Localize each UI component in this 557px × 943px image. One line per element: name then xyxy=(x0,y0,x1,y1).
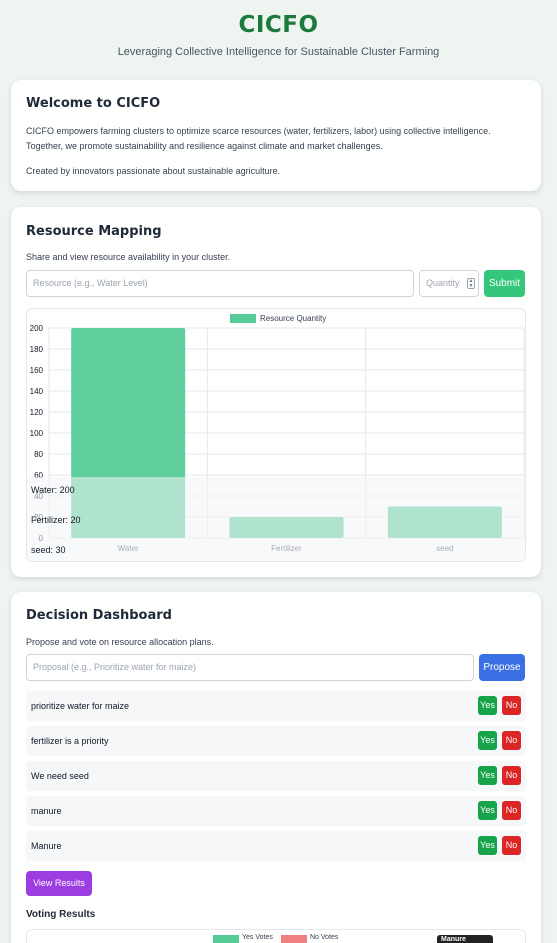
decision-dashboard-card: Decision Dashboard Propose and vote on r… xyxy=(11,592,541,943)
chart-tooltip: Manure xyxy=(437,935,493,943)
vote-no-button[interactable]: No xyxy=(502,801,521,820)
resource-mapping-card: Resource Mapping Share and view resource… xyxy=(11,207,541,577)
welcome-title: Welcome to CICFO xyxy=(26,96,161,111)
proposal-row: prioritize water for maize Yes No xyxy=(26,691,526,721)
resource-mapping-title: Resource Mapping xyxy=(26,224,162,239)
view-results-button[interactable]: View Results xyxy=(26,871,92,896)
app-tagline: Leveraging Collective Intelligence for S… xyxy=(117,46,440,58)
y-tick-label: 80 xyxy=(34,450,43,459)
vote-yes-button[interactable]: Yes xyxy=(478,731,497,750)
resource-input[interactable]: Resource (e.g., Water Level) xyxy=(26,270,414,297)
vote-no-button[interactable]: No xyxy=(502,696,521,715)
summary-water: Water: 200 xyxy=(31,485,75,495)
y-tick-label: 140 xyxy=(30,387,44,396)
proposal-row: We need seed Yes No xyxy=(26,761,526,791)
y-tick-label: 100 xyxy=(30,429,44,438)
proposal-row: Manure Yes No xyxy=(26,831,526,861)
legend-yes-swatch xyxy=(213,935,239,943)
summary-fertilizer: Fertilizer: 20 xyxy=(31,515,81,525)
quantity-input[interactable]: Quantity ▲ ▼ xyxy=(419,270,479,297)
y-tick-label: 200 xyxy=(30,324,44,333)
proposal-row: manure Yes No xyxy=(26,796,526,826)
proposal-label: Manure xyxy=(31,841,62,851)
quantity-spinner-icon[interactable]: ▲ ▼ xyxy=(467,278,475,289)
welcome-body: CICFO empowers farming clusters to optim… xyxy=(26,126,491,151)
proposal-input[interactable]: Proposal (e.g., Prioritize water for mai… xyxy=(26,654,474,681)
page-header: CICFO Leveraging Collective Intelligence… xyxy=(0,0,557,80)
resource-chart: 020406080100120140160180200WaterFertiliz… xyxy=(26,308,526,562)
decision-dashboard-description: Propose and vote on resource allocation … xyxy=(26,637,214,647)
legend-swatch xyxy=(230,314,256,323)
legend-no-label: No Votes xyxy=(310,934,339,941)
voting-results-chart: Yes Votes No Votes Manure xyxy=(26,929,526,943)
welcome-card: Welcome to CICFO CICFO empowers farming … xyxy=(11,80,541,191)
vote-no-button[interactable]: No xyxy=(502,731,521,750)
proposal-label: fertilizer is a priority xyxy=(31,736,109,746)
voting-results-title: Voting Results xyxy=(26,909,96,920)
vote-yes-button[interactable]: Yes xyxy=(478,836,497,855)
proposal-row: fertilizer is a priority Yes No xyxy=(26,726,526,756)
vote-yes-button[interactable]: Yes xyxy=(478,766,497,785)
legend-label: Resource Quantity xyxy=(260,314,326,323)
y-tick-label: 160 xyxy=(30,366,44,375)
legend-yes-label: Yes Votes xyxy=(242,934,273,941)
summary-band xyxy=(27,477,525,561)
summary-seed: seed: 30 xyxy=(31,545,66,555)
resource-mapping-description: Share and view resource availability in … xyxy=(26,252,231,262)
decision-dashboard-title: Decision Dashboard xyxy=(26,608,172,623)
vote-no-button[interactable]: No xyxy=(502,766,521,785)
app-title: CICFO xyxy=(238,12,319,38)
vote-yes-button[interactable]: Yes xyxy=(478,696,497,715)
proposal-label: We need seed xyxy=(31,771,89,781)
y-tick-label: 120 xyxy=(30,408,44,417)
vote-no-button[interactable]: No xyxy=(502,836,521,855)
proposal-label: prioritize water for maize xyxy=(31,701,130,711)
y-tick-label: 180 xyxy=(30,345,44,354)
proposal-label: manure xyxy=(31,806,62,816)
propose-button[interactable]: Propose xyxy=(479,654,525,681)
vote-yes-button[interactable]: Yes xyxy=(478,801,497,820)
welcome-credit: Created by innovators passionate about s… xyxy=(26,166,281,176)
submit-button[interactable]: Submit xyxy=(484,270,525,297)
legend-no-swatch xyxy=(281,935,307,943)
quantity-placeholder: Quantity xyxy=(426,278,460,288)
